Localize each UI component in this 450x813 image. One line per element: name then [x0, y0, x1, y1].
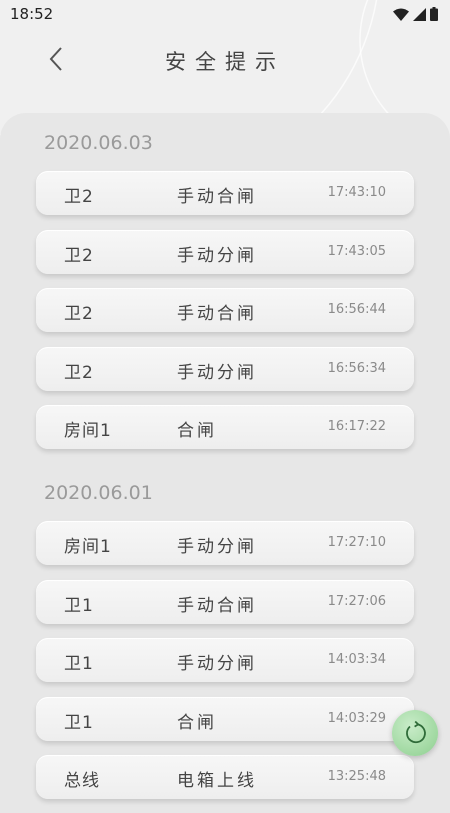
- record-time: 14:03:29: [327, 711, 386, 726]
- record-time: 16:17:22: [327, 419, 386, 434]
- record-action: 手动合闸: [177, 596, 257, 616]
- record-location: 卫1: [64, 654, 94, 674]
- record-action: 手动分闸: [177, 363, 257, 383]
- record-location: 卫2: [64, 304, 94, 324]
- record-action: 手动合闸: [177, 187, 257, 207]
- record-row[interactable]: 卫2 手动分闸 16:56:34: [36, 347, 414, 391]
- page-title: 安全提示: [165, 50, 285, 74]
- date-header: 2020.06.03: [44, 132, 153, 154]
- status-time: 18:52: [10, 5, 54, 23]
- record-row[interactable]: 房间1 手动分闸 17:27:10: [36, 521, 414, 565]
- record-action: 手动分闸: [177, 246, 257, 266]
- record-location: 房间1: [64, 421, 112, 441]
- status-bar: 18:52: [0, 0, 450, 28]
- record-action: 手动分闸: [177, 537, 257, 557]
- record-row[interactable]: 房间1 合闸 16:17:22: [36, 405, 414, 449]
- record-row[interactable]: 卫1 合闸 14:03:29: [36, 697, 414, 741]
- signal-icon: [413, 7, 426, 21]
- record-row[interactable]: 总线 电箱上线 13:25:48: [36, 755, 414, 799]
- refresh-icon: [406, 720, 426, 744]
- refresh-button[interactable]: [392, 710, 438, 756]
- app-header: 安全提示: [0, 28, 450, 90]
- record-row[interactable]: 卫2 手动分闸 17:43:05: [36, 230, 414, 274]
- record-location: 卫2: [64, 363, 94, 383]
- wifi-icon: [393, 8, 409, 21]
- record-time: 14:03:34: [327, 652, 386, 667]
- record-row[interactable]: 卫2 手动合闸 17:43:10: [36, 171, 414, 215]
- record-time: 13:25:48: [327, 769, 386, 784]
- record-time: 17:43:10: [327, 185, 386, 200]
- record-action: 合闸: [177, 421, 217, 441]
- record-time: 17:43:05: [327, 244, 386, 259]
- record-row[interactable]: 卫1 手动合闸 17:27:06: [36, 580, 414, 624]
- record-location: 卫1: [64, 713, 94, 733]
- record-action: 合闸: [177, 713, 217, 733]
- record-time: 16:56:44: [327, 302, 386, 317]
- record-action: 电箱上线: [177, 771, 257, 791]
- record-action: 手动分闸: [177, 654, 257, 674]
- record-time: 16:56:34: [327, 361, 386, 376]
- record-row[interactable]: 卫1 手动分闸 14:03:34: [36, 638, 414, 682]
- record-time: 17:27:06: [327, 594, 386, 609]
- status-icons: [393, 7, 438, 21]
- record-action: 手动合闸: [177, 304, 257, 324]
- record-row[interactable]: 卫2 手动合闸 16:56:44: [36, 288, 414, 332]
- record-location: 卫2: [64, 187, 94, 207]
- record-location: 总线: [64, 771, 100, 791]
- battery-icon: [430, 7, 438, 21]
- date-header: 2020.06.01: [44, 482, 153, 504]
- record-location: 卫2: [64, 246, 94, 266]
- record-location: 房间1: [64, 537, 112, 557]
- record-location: 卫1: [64, 596, 94, 616]
- record-time: 17:27:10: [327, 535, 386, 550]
